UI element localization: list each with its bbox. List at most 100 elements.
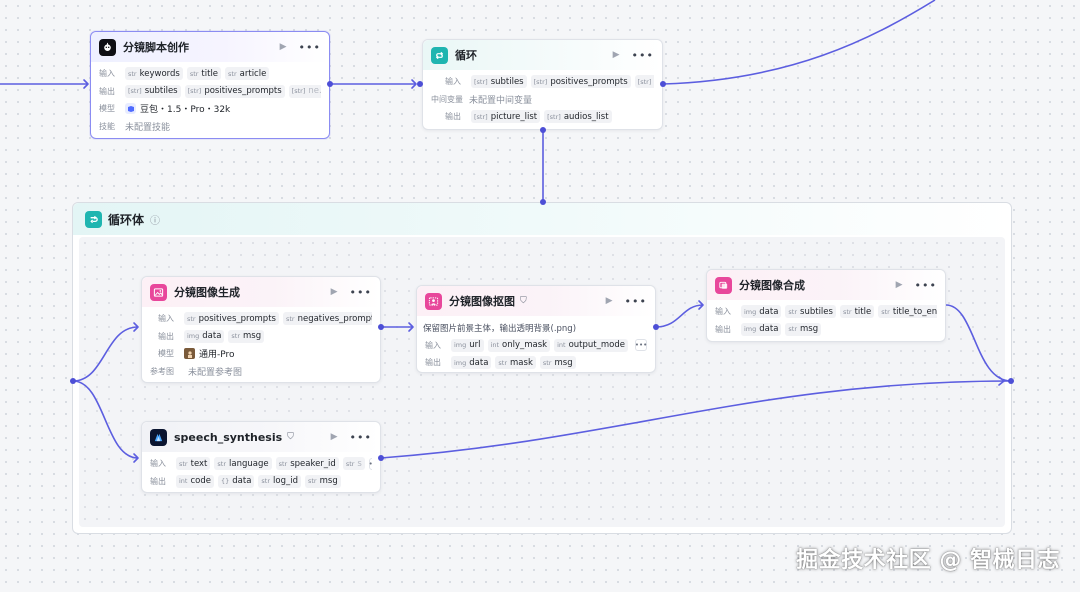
image-cutout-icon xyxy=(425,292,442,310)
param-tag: str msg xyxy=(539,356,576,370)
param-tag: img data xyxy=(741,322,782,336)
more-options-button[interactable]: ••• xyxy=(350,431,372,444)
node-title: 分镜图像合成 xyxy=(739,279,805,292)
node-script[interactable]: 分镜脚本创作 ▶ ••• 输入 str keywords str title str… xyxy=(90,31,330,139)
more-options-button[interactable]: ••• xyxy=(350,286,372,299)
node-description: 保留图片前景主体，输出透明背景(.png) xyxy=(423,323,577,334)
model-name: 豆包・1.5・Pro・32k xyxy=(140,105,231,116)
plugin-icon: ⛉ xyxy=(287,432,294,442)
more-params-button[interactable]: ••• xyxy=(369,457,372,470)
param-tag: int code xyxy=(176,474,214,488)
param-tag: str title xyxy=(839,305,875,319)
param-tag: [str] positives_prompts xyxy=(530,75,631,89)
param-tag: img data xyxy=(451,356,492,370)
node-title: 分镜图像生成 xyxy=(174,286,240,299)
param-tag: str positives_prompts xyxy=(184,312,279,326)
run-button[interactable]: ▶ xyxy=(331,432,338,442)
run-button[interactable]: ▶ xyxy=(606,296,613,306)
loop-icon xyxy=(85,210,102,228)
node-speech[interactable]: speech_synthesis ⛉ ▶ ••• 输入 str text str l… xyxy=(141,421,381,493)
node-script-header[interactable]: 分镜脚本创作 ▶ ••• xyxy=(91,32,329,62)
param-tag: str negatives_prompts xyxy=(282,312,372,326)
node-matting[interactable]: 分镜图像抠图 ⛉ ▶ ••• 保留图片前景主体，输出透明背景(.png) 输入 … xyxy=(416,285,656,373)
image-compose-icon xyxy=(715,276,732,294)
param-tag: [str] subtiles xyxy=(471,75,527,89)
llm-robot-icon xyxy=(99,38,116,56)
param-tag: img data xyxy=(741,305,782,319)
node-compose[interactable]: 分镜图像合成 ▶ ••• 输入 img data str subtiles str t… xyxy=(706,269,946,342)
model-row: 模型 通用-Pro xyxy=(158,348,235,361)
more-options-button[interactable]: ••• xyxy=(915,279,937,292)
inputs-row: 输入 img url int only_mask int output_mode ••… xyxy=(425,338,647,352)
node-matting-header[interactable]: 分镜图像抠图 ⛉ ▶ ••• xyxy=(417,286,655,316)
arrow-loop xyxy=(411,79,417,89)
run-button[interactable]: ▶ xyxy=(280,42,287,52)
param-tag: int only_mask xyxy=(487,338,551,352)
node-loop-header[interactable]: 循环 ▶ ••• xyxy=(423,40,662,70)
inputs-row: 输入 str positives_prompts str negatives_pro… xyxy=(150,310,372,328)
intermediate-value: 未配置中间变量 xyxy=(469,95,533,106)
loop-body-header[interactable]: 循环体 ⓘ xyxy=(73,203,1011,235)
skill-value: 未配置技能 xyxy=(125,122,171,133)
param-tag: [str] positives_prompts xyxy=(184,84,285,98)
inputs-row: 输入 str keywords str title str article xyxy=(99,65,321,83)
param-tag: str speaker_id xyxy=(275,457,339,471)
param-tag: str text xyxy=(176,457,211,471)
loop-icon xyxy=(431,46,448,64)
intermediate-row: 中间变量 未配置中间变量 xyxy=(431,94,533,106)
node-title: 循环 xyxy=(455,49,477,62)
param-tag: str keywords xyxy=(125,67,183,81)
param-tag: str msg xyxy=(785,322,822,336)
param-tag: str log_id xyxy=(258,474,301,488)
run-button[interactable]: ▶ xyxy=(896,280,903,290)
param-tag: [str] picture_list xyxy=(471,110,541,124)
inputs-row: 输入 str text str language str speaker_id str… xyxy=(150,455,372,473)
param-tag: [str] subtiles xyxy=(125,84,181,98)
run-button[interactable]: ▶ xyxy=(613,50,620,60)
loop-body-title: 循环体 xyxy=(108,212,145,227)
outputs-row: 输出 int code {} data str log_id str msg xyxy=(150,473,372,491)
arrow-script xyxy=(83,79,89,89)
param-tag: str s xyxy=(342,457,365,471)
param-tag: str language xyxy=(214,457,272,471)
node-title: 分镜图像抠图 xyxy=(449,295,515,308)
param-tag: [str] audios_list xyxy=(544,110,612,124)
reference-value: 未配置参考图 xyxy=(188,367,243,378)
wire-loop-out-top xyxy=(662,0,936,85)
param-tag: str msg xyxy=(305,474,341,488)
node-loop[interactable]: 循环 ▶ ••• 输入 [str] subtiles [str] positives… xyxy=(422,39,663,130)
plugin-icon: ⛉ xyxy=(520,296,527,306)
param-tag: int output_mode xyxy=(554,338,628,352)
skill-row: 技能 未配置技能 xyxy=(99,121,171,133)
param-tag: img url xyxy=(451,338,484,352)
outputs-row: 输出 [str] picture_list [str] audios_list xyxy=(431,108,654,126)
node-image-gen[interactable]: 分镜图像生成 ▶ ••• 输入 str positives_prompts str… xyxy=(141,276,381,383)
param-tag: str msg xyxy=(228,329,265,343)
param-tag: str mask xyxy=(495,356,536,370)
more-params-button[interactable]: ••• xyxy=(635,339,647,352)
node-image-gen-header[interactable]: 分镜图像生成 ▶ ••• xyxy=(142,277,380,307)
more-options-button[interactable]: ••• xyxy=(299,41,321,54)
param-tag: str subtiles xyxy=(785,305,836,319)
run-button[interactable]: ▶ xyxy=(331,287,338,297)
image-icon xyxy=(150,283,167,301)
inputs-row: 输入 img data str subtiles str title str title… xyxy=(715,303,937,321)
outputs-row: 输出 img data str msg xyxy=(150,328,372,346)
param-tag: strtitle_to_english xyxy=(878,305,937,319)
model-row: 模型 豆包・1.5・Pro・32k xyxy=(99,103,231,116)
general-model-icon xyxy=(184,348,195,360)
param-tag: str article xyxy=(225,67,270,81)
node-compose-header[interactable]: 分镜图像合成 ▶ ••• xyxy=(707,270,945,300)
more-options-button[interactable]: ••• xyxy=(625,295,647,308)
param-tag: {} data xyxy=(217,474,255,488)
node-title: 分镜脚本创作 xyxy=(123,41,189,54)
info-icon[interactable]: ⓘ xyxy=(150,212,160,227)
doubao-model-icon xyxy=(125,103,136,115)
outputs-row: 输出 img data str mask str msg xyxy=(423,354,647,372)
param-tag: img data xyxy=(184,329,225,343)
more-options-button[interactable]: ••• xyxy=(632,49,654,62)
node-speech-header[interactable]: speech_synthesis ⛉ ▶ ••• xyxy=(142,422,380,452)
node-title: speech_synthesis xyxy=(174,430,283,444)
watermark: 掘金技术社区 @ 智械日志 xyxy=(796,548,1060,573)
outputs-row: 输出 [str] subtiles [str] positives_prompts … xyxy=(99,83,321,101)
